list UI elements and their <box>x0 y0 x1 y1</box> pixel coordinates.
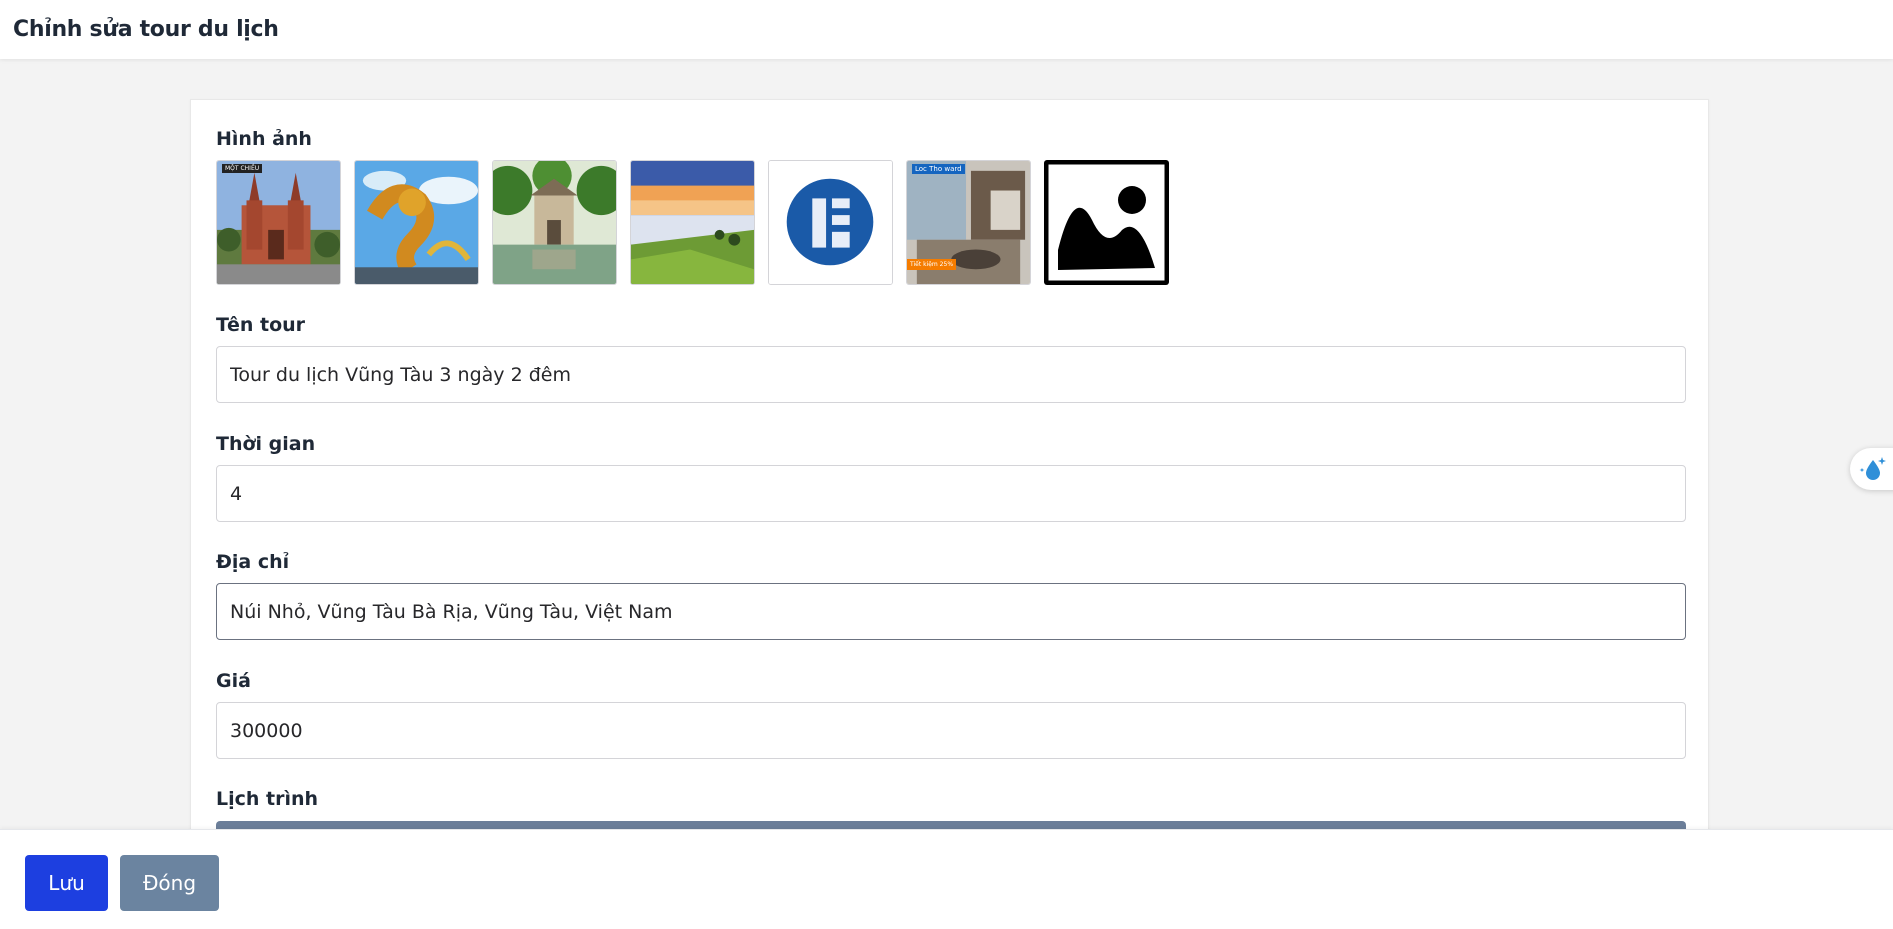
image-thumb-valley-fog[interactable] <box>630 160 755 285</box>
edit-tour-form: Hình ảnh MỘT CHIỀU Loc Tho ward Tiết kiệ… <box>190 99 1709 839</box>
image-thumb-cathedral[interactable]: MỘT CHIỀU <box>216 160 341 285</box>
floating-widget[interactable] <box>1850 448 1893 490</box>
price-input[interactable] <box>216 702 1686 759</box>
address-label: Địa chỉ <box>216 551 290 573</box>
image-placeholder-icon <box>1044 160 1169 285</box>
tour-name-label: Tên tour <box>216 314 306 336</box>
top-bar: Chỉnh sửa tour du lịch <box>0 0 1893 59</box>
image-thumb-turtle-tower[interactable] <box>492 160 617 285</box>
save-button[interactable]: Lưu <box>25 855 108 911</box>
image-thumb-dragon-bridge[interactable] <box>354 160 479 285</box>
image-tag: Loc Tho ward <box>912 164 965 174</box>
image-tag: MỘT CHIỀU <box>222 164 263 173</box>
tour-name-input[interactable] <box>216 346 1686 403</box>
schedule-label: Lịch trình <box>216 788 319 810</box>
page-title: Chỉnh sửa tour du lịch <box>13 17 279 42</box>
water-drop-sparkle-icon <box>1859 457 1886 480</box>
duration-label: Thời gian <box>216 433 316 455</box>
duration-input[interactable] <box>216 465 1686 522</box>
price-label: Giá <box>216 670 251 692</box>
image-thumb-placeholder[interactable] <box>1044 160 1169 285</box>
close-button[interactable]: Đóng <box>120 855 219 911</box>
images-label: Hình ảnh <box>216 128 312 150</box>
image-discount-badge: Tiết kiệm 25% <box>907 259 957 270</box>
form-footer: Lưu Đóng <box>0 829 1893 929</box>
image-gallery: MỘT CHIỀU Loc Tho ward Tiết kiệm 25% <box>216 160 1169 285</box>
image-thumb-hotel-room[interactable]: Loc Tho ward Tiết kiệm 25% <box>906 160 1031 285</box>
image-thumb-blue-logo[interactable] <box>768 160 893 285</box>
address-input[interactable] <box>216 583 1686 640</box>
